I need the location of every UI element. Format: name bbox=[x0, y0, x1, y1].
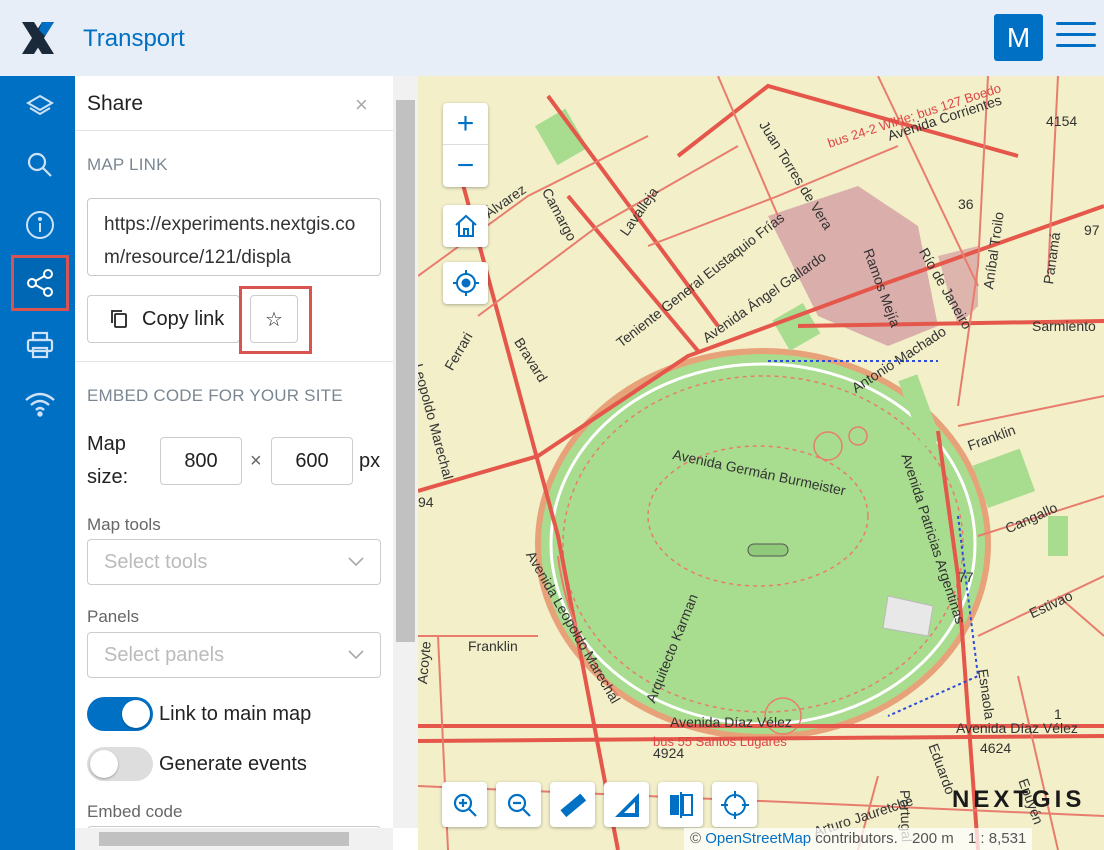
close-icon[interactable]: × bbox=[355, 92, 368, 118]
identify-button[interactable] bbox=[712, 782, 757, 827]
zoom-controls: + − bbox=[443, 103, 488, 187]
generate-events-toggle[interactable] bbox=[87, 747, 153, 781]
street-label: Avenida Díaz Vélez bbox=[670, 714, 792, 730]
crosshair-icon bbox=[720, 790, 749, 819]
sidebar-item-print[interactable] bbox=[11, 317, 69, 373]
locate-icon bbox=[452, 270, 479, 296]
swipe-icon bbox=[669, 791, 693, 818]
print-icon bbox=[26, 331, 54, 359]
copy-link-button[interactable]: Copy link bbox=[87, 295, 240, 343]
share-panel: Share × MAP LINK https://experiments.nex… bbox=[75, 76, 393, 850]
map-attribution: © OpenStreetMap contributors. 200 m 1 : … bbox=[684, 828, 1033, 850]
house-number: 4154 bbox=[1046, 113, 1078, 129]
osm-link[interactable]: OpenStreetMap bbox=[705, 830, 811, 847]
home-icon bbox=[454, 214, 477, 237]
map-link-heading: MAP LINK bbox=[87, 155, 168, 174]
info-icon bbox=[26, 211, 54, 239]
nextgis-logo-icon[interactable] bbox=[20, 20, 56, 56]
panels-select[interactable]: Select panels bbox=[87, 632, 381, 678]
divider bbox=[75, 130, 393, 131]
sidebar-item-info[interactable] bbox=[11, 197, 69, 253]
zoom-out-button[interactable]: − bbox=[443, 145, 488, 187]
unit-label: px bbox=[359, 450, 381, 472]
measure-area-button[interactable] bbox=[604, 782, 649, 827]
app-title: Transport bbox=[83, 25, 185, 52]
scrollbar-thumb[interactable] bbox=[99, 832, 349, 846]
house-number: 97 bbox=[1084, 222, 1100, 238]
ruler-icon bbox=[559, 793, 586, 817]
zoom-out-tool-button[interactable] bbox=[496, 782, 541, 827]
scale-bar-label: 200 m bbox=[912, 830, 954, 847]
zoom-out-icon bbox=[507, 793, 531, 817]
sidebar-item-wireless[interactable] bbox=[11, 376, 69, 432]
street-label: Avenida Díaz Vélez bbox=[956, 720, 1078, 736]
map-link-field[interactable]: https://experiments.nextgis.com/resource… bbox=[87, 198, 381, 276]
sidebar-item-share[interactable] bbox=[11, 255, 69, 311]
home-button[interactable] bbox=[443, 205, 488, 247]
attribution-prefix: © bbox=[690, 830, 706, 847]
map-height-input[interactable]: 600 bbox=[271, 437, 353, 485]
search-icon bbox=[27, 152, 52, 177]
scrollbar-thumb[interactable] bbox=[396, 100, 415, 642]
embed-code-heading: EMBED CODE FOR YOUR SITE bbox=[87, 386, 343, 405]
house-number: 4924 bbox=[653, 745, 685, 761]
panel-title: Share bbox=[87, 92, 144, 115]
scale-ratio: 1 : 8,531 bbox=[967, 830, 1027, 847]
street-label: Franklin bbox=[468, 638, 518, 654]
swipe-button[interactable] bbox=[658, 782, 703, 827]
sidebar-item-layers[interactable] bbox=[11, 79, 69, 135]
panels-placeholder: Select panels bbox=[104, 643, 225, 666]
times-sign: × bbox=[250, 450, 262, 472]
map-width-input[interactable]: 800 bbox=[160, 437, 242, 485]
house-number: 4624 bbox=[980, 740, 1012, 756]
generate-events-label: Generate events bbox=[159, 753, 307, 775]
chevron-down-icon bbox=[348, 650, 364, 660]
house-number: 36 bbox=[958, 196, 974, 212]
house-number: 1 bbox=[1054, 706, 1062, 722]
copy-link-label: Copy link bbox=[142, 307, 225, 330]
link-main-map-label: Link to main map bbox=[159, 703, 312, 725]
sidebar-nav bbox=[0, 76, 75, 850]
attribution-suffix: contributors. bbox=[811, 830, 898, 847]
user-avatar-button[interactable]: M bbox=[994, 14, 1043, 61]
map-view[interactable]: Avenida Corrientes Juan Torres de Vera J… bbox=[418, 76, 1104, 850]
embed-code-label: Embed code bbox=[87, 802, 183, 821]
house-number: 77 bbox=[958, 569, 974, 585]
locate-button[interactable] bbox=[443, 262, 488, 304]
hamburger-menu-icon[interactable] bbox=[1056, 22, 1096, 54]
app-header: Transport M bbox=[0, 0, 1104, 76]
link-main-map-toggle[interactable] bbox=[87, 697, 153, 731]
area-ruler-icon bbox=[614, 792, 639, 817]
nextgis-brand-logo: NEXTGIS bbox=[952, 786, 1086, 813]
street-label: Sarmiento bbox=[1032, 318, 1096, 334]
zoom-in-button[interactable]: + bbox=[443, 103, 488, 145]
panels-label: Panels bbox=[87, 607, 139, 626]
house-number: 94 bbox=[418, 494, 434, 510]
map-tools-label: Map tools bbox=[87, 515, 161, 534]
divider bbox=[75, 361, 393, 362]
map-tools-select[interactable]: Select tools bbox=[87, 539, 381, 585]
map-size-label-line1: Map bbox=[87, 433, 126, 455]
panel-horizontal-scrollbar[interactable] bbox=[75, 828, 393, 850]
map-tools-placeholder: Select tools bbox=[104, 550, 208, 573]
copy-icon bbox=[111, 310, 127, 328]
map-size-label-line2: size: bbox=[87, 466, 129, 488]
zoom-in-tool-button[interactable] bbox=[442, 782, 487, 827]
measure-distance-button[interactable] bbox=[550, 782, 595, 827]
share-icon bbox=[27, 269, 53, 297]
zoom-in-icon bbox=[453, 793, 477, 817]
wifi-icon bbox=[25, 392, 55, 417]
layers-icon bbox=[26, 94, 54, 116]
panel-vertical-scrollbar[interactable] bbox=[393, 76, 418, 828]
chevron-down-icon bbox=[348, 557, 364, 567]
star-highlight-box bbox=[239, 286, 312, 354]
sidebar-item-search[interactable] bbox=[11, 137, 69, 193]
